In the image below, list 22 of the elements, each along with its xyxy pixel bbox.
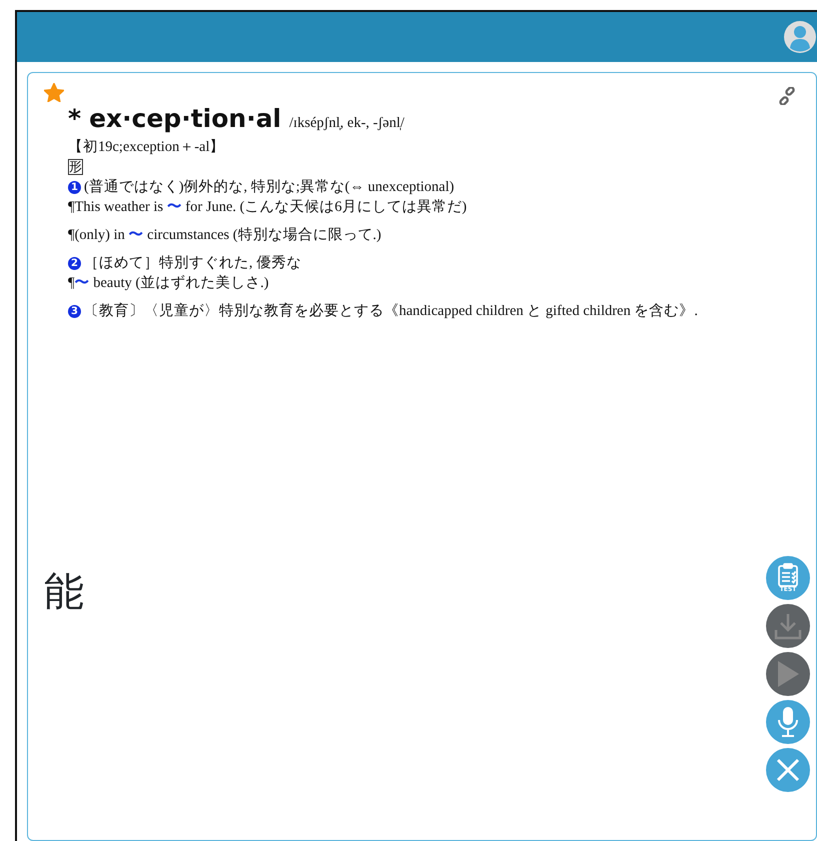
example-sentence: ¶〜 beauty (並はずれた美しさ.) [68, 274, 270, 293]
part-of-speech-label: 形 [68, 159, 83, 175]
example-sentence: ¶This weather is 〜 for June. (こんな天候は6月にしては異常だ) [68, 198, 468, 217]
definition-text: 〔教育〕〈児童が〉特別な教育を必要とする《handicapped children と gifted children を含む》. [84, 302, 698, 321]
pronunciation: /ɪksépʃnl̩, ek-, -ʃənl̩/ [289, 114, 404, 133]
download-icon [774, 612, 802, 640]
link-icon[interactable] [778, 87, 796, 105]
microphone-icon [777, 706, 799, 738]
close-icon [776, 758, 800, 782]
star-icon[interactable] [44, 83, 64, 102]
sense-number: 2 [68, 257, 81, 270]
definition-text: (普通ではなく)例外的な, 特別な;異常な(⇔ unexceptional) [84, 178, 454, 197]
sense-number: 1 [68, 181, 81, 194]
test-clipboard-icon [776, 563, 800, 587]
sense-number: 3 [68, 305, 81, 318]
user-avatar-icon[interactable] [783, 20, 817, 54]
background-text: 能 [44, 572, 84, 612]
etymology: 【初19c;exception＋-al】 [68, 138, 226, 157]
asterisk: * [68, 109, 82, 129]
play-icon [776, 660, 800, 688]
definition-text: ［ほめて］特別すぐれた, 優秀な [84, 254, 302, 273]
example-sentence: ¶(only) in 〜 circumstances (特別な場合に限って.) [68, 226, 382, 245]
